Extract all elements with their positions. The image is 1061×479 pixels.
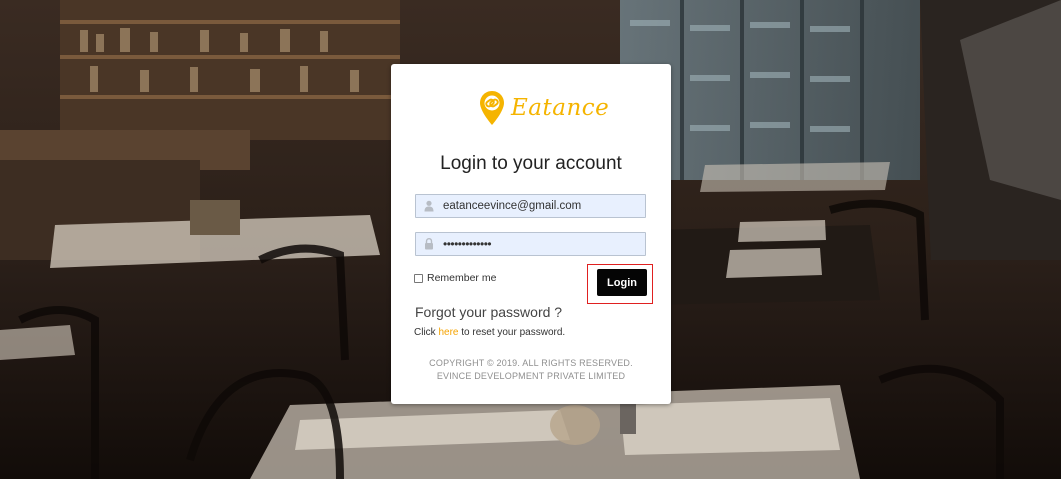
login-card: Eatance Login to your account eatanceevi… xyxy=(391,64,671,404)
remember-me[interactable]: Remember me xyxy=(414,271,496,285)
password-value[interactable]: ••••••••••••• xyxy=(443,233,492,255)
remember-me-checkbox[interactable] xyxy=(414,273,423,283)
copyright-line-2: EVINCE DEVELOPMENT PRIVATE LIMITED xyxy=(436,371,626,381)
brand-name: Eatance xyxy=(511,94,610,121)
reset-password-link[interactable]: here xyxy=(438,327,458,338)
map-pin-link-icon xyxy=(480,91,504,125)
copyright-line-1: COPYRIGHT © 2019. ALL RIGHTS RESERVED. xyxy=(429,358,633,368)
user-icon xyxy=(424,200,434,212)
reset-suffix: to reset your password. xyxy=(458,327,566,338)
lock-icon xyxy=(425,238,433,250)
brand-logo: Eatance xyxy=(479,90,609,126)
copyright-footer: COPYRIGHT © 2019. ALL RIGHTS RESERVED. E… xyxy=(391,357,671,383)
page-title: Login to your account xyxy=(440,153,622,174)
password-field[interactable]: ••••••••••••• xyxy=(415,232,646,256)
login-button[interactable]: Login xyxy=(597,269,647,296)
remember-me-label[interactable]: Remember me xyxy=(427,271,496,285)
reset-password-text: Click here to reset your password. xyxy=(414,326,565,340)
reset-prefix: Click xyxy=(414,327,439,338)
forgot-password-heading: Forgot your password ? xyxy=(415,304,563,320)
email-value[interactable]: eatanceevince@gmail.com xyxy=(443,195,581,217)
email-field[interactable]: eatanceevince@gmail.com xyxy=(415,194,646,218)
